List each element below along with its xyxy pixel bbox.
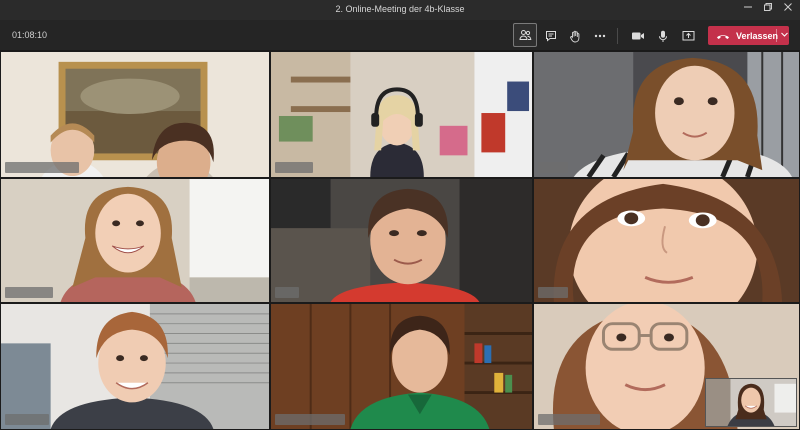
participant-video bbox=[271, 179, 532, 302]
call-timer: 01:08:10 bbox=[12, 30, 48, 40]
participant-video-tile[interactable] bbox=[533, 178, 800, 303]
microphone-button[interactable] bbox=[652, 25, 674, 47]
participants-icon bbox=[518, 30, 531, 40]
participant-name-plate bbox=[275, 162, 313, 173]
participant-video bbox=[271, 304, 532, 429]
participant-video bbox=[271, 52, 532, 177]
raise-hand-button[interactable] bbox=[564, 25, 586, 47]
participant-name-plate bbox=[5, 162, 79, 173]
hang-up-icon bbox=[717, 34, 729, 39]
more-options-icon bbox=[594, 34, 606, 38]
participant-video bbox=[1, 304, 269, 429]
participant-video-tile[interactable] bbox=[270, 303, 533, 430]
microphone-icon bbox=[659, 30, 667, 42]
close-icon[interactable] bbox=[778, 2, 798, 18]
leave-button[interactable]: Verlassen bbox=[708, 26, 789, 45]
participant-name-plate bbox=[275, 287, 299, 298]
participant-name-plate bbox=[275, 414, 345, 425]
participant-video-tile[interactable] bbox=[533, 303, 800, 430]
window-title-bar: 2. Online-Meeting der 4b-Klasse bbox=[0, 0, 800, 20]
leave-label: Verlassen bbox=[736, 30, 779, 41]
participant-video-tile[interactable] bbox=[0, 51, 270, 178]
leave-divider bbox=[776, 29, 777, 42]
toolbar-divider bbox=[617, 28, 618, 44]
video-grid bbox=[0, 51, 800, 430]
restore-icon[interactable] bbox=[758, 2, 778, 18]
participant-video bbox=[534, 52, 799, 177]
participants-button[interactable] bbox=[513, 23, 537, 47]
participant-video-tile[interactable] bbox=[270, 51, 533, 178]
participant-video-tile[interactable] bbox=[0, 178, 270, 303]
participant-name-plate bbox=[538, 287, 568, 298]
meeting-toolbar: 01:08:10 Verlassen bbox=[0, 20, 800, 51]
participant-name-plate bbox=[538, 414, 600, 425]
chevron-down-icon[interactable] bbox=[780, 30, 789, 39]
participant-name-plate bbox=[538, 162, 568, 173]
participant-video bbox=[1, 52, 269, 177]
participant-video-tile[interactable] bbox=[0, 303, 270, 430]
participant-video bbox=[1, 179, 269, 302]
share-screen-button[interactable] bbox=[677, 25, 699, 47]
participant-name-plate bbox=[5, 287, 53, 298]
raise-hand-icon bbox=[570, 30, 580, 42]
minimize-icon[interactable] bbox=[738, 2, 758, 18]
participant-video-tile[interactable] bbox=[270, 178, 533, 303]
camera-button[interactable] bbox=[627, 25, 649, 47]
share-screen-icon bbox=[682, 31, 694, 41]
camera-icon bbox=[632, 32, 644, 40]
chat-button[interactable] bbox=[540, 25, 562, 47]
chat-icon bbox=[546, 31, 556, 42]
participant-video-tile[interactable] bbox=[533, 51, 800, 178]
more-options-button[interactable] bbox=[589, 25, 611, 47]
meeting-title: 2. Online-Meeting der 4b-Klasse bbox=[335, 4, 465, 14]
participant-video bbox=[534, 179, 799, 302]
self-video bbox=[706, 379, 796, 426]
participant-name-plate bbox=[5, 414, 49, 425]
self-view-video[interactable] bbox=[705, 378, 797, 427]
